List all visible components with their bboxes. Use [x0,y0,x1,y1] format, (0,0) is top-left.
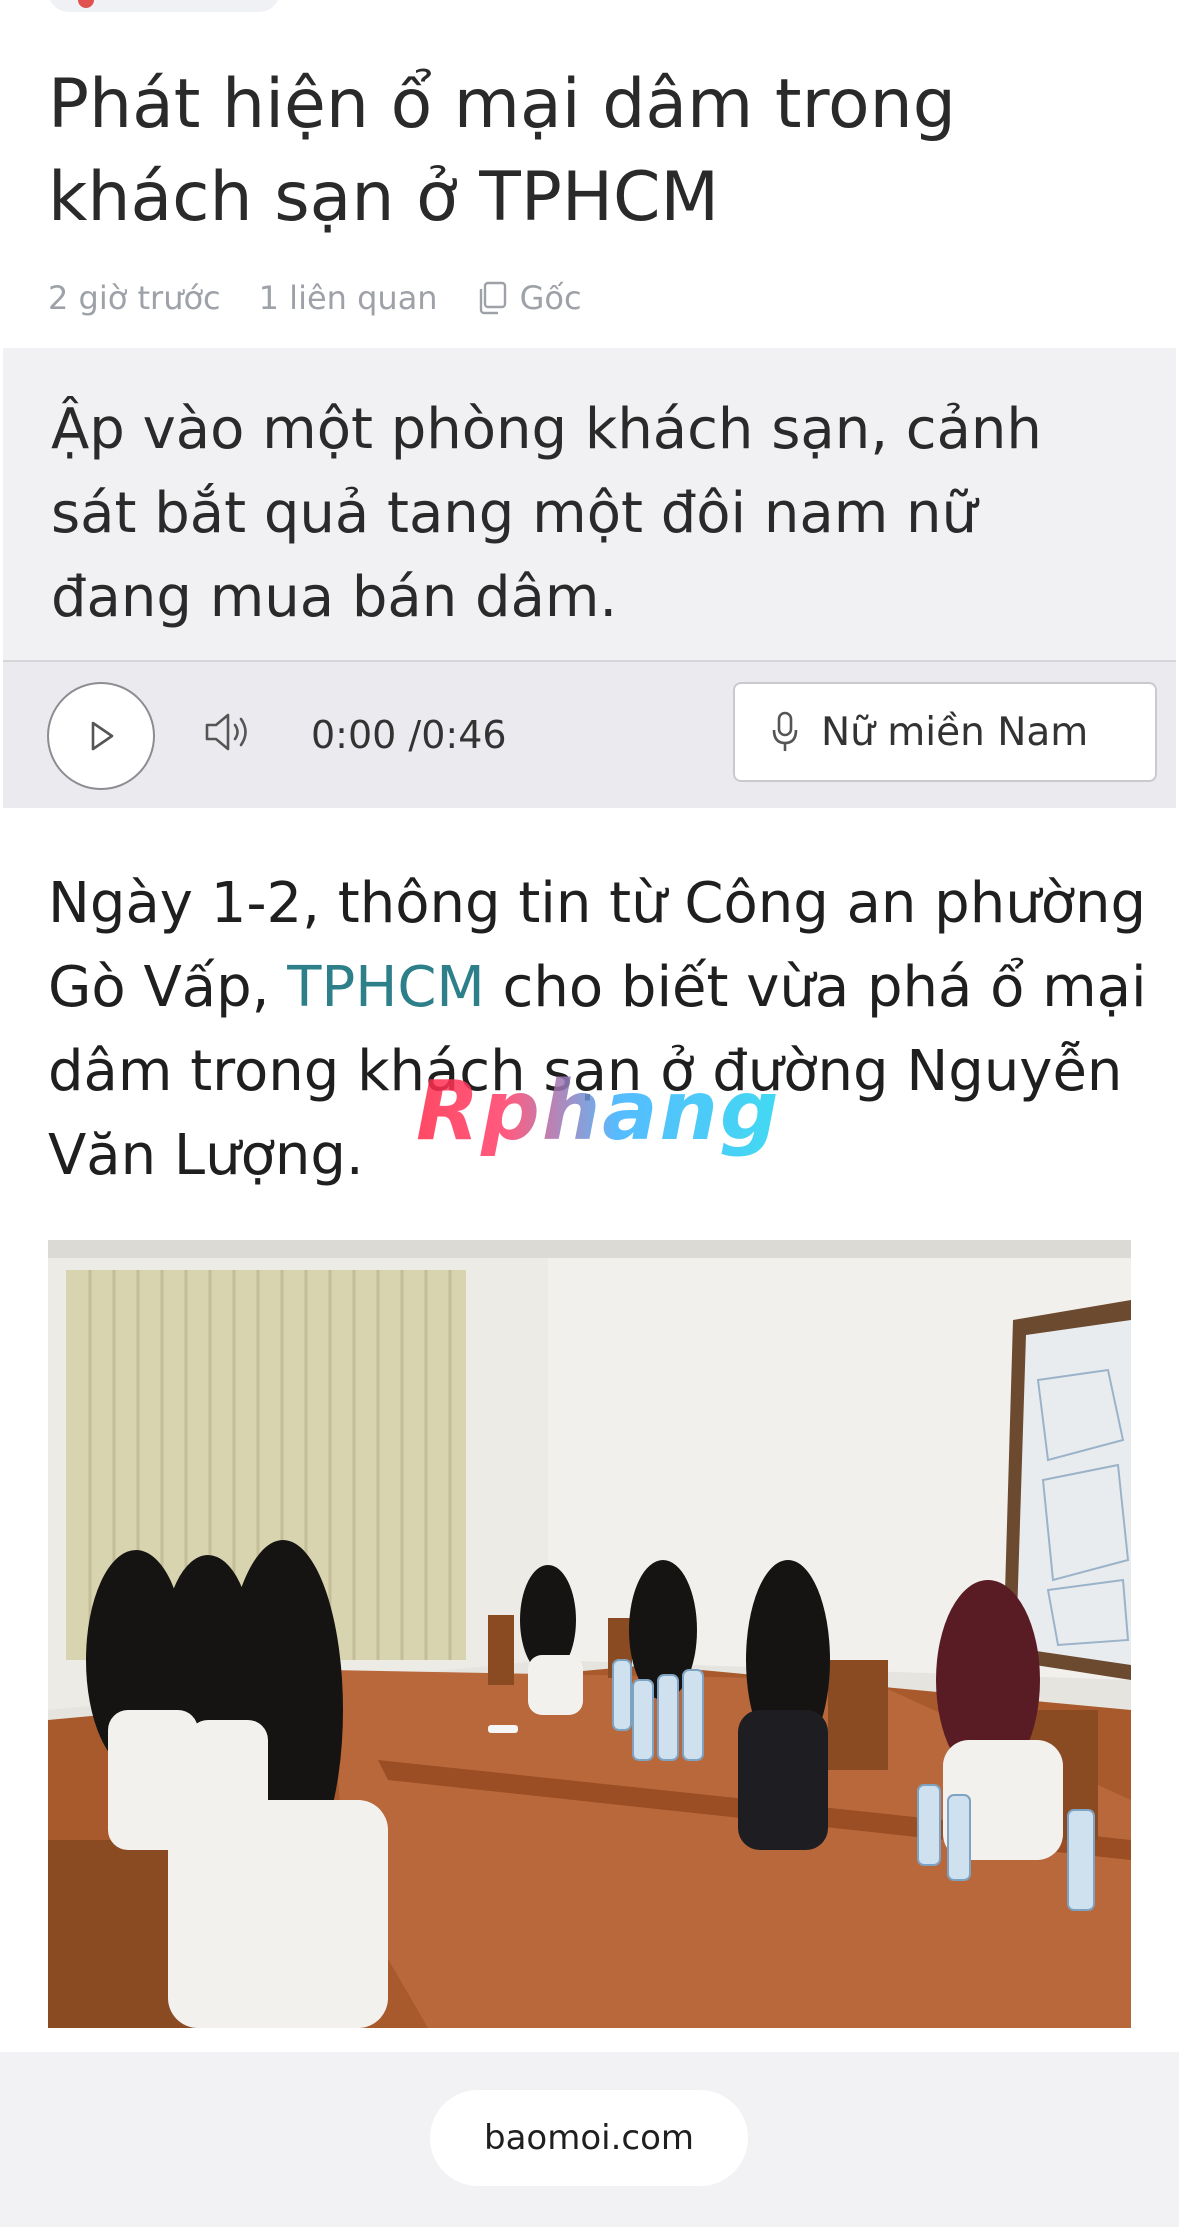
photo-illustration [48,1240,1131,2028]
audio-player: 0:00 /0:46 Nữ miền Nam [3,662,1176,808]
source-domain-button[interactable]: baomoi.com [430,2090,748,2186]
microphone-icon [772,711,798,751]
publish-time: 2 giờ trước [48,279,221,317]
playback-time: 0:00 /0:46 [311,713,507,757]
voice-select-button[interactable]: Nữ miền Nam [733,682,1157,782]
voice-label: Nữ miền Nam [821,709,1089,755]
summary-box: Ập vào một phòng khách sạn, cảnh sát bắt… [3,348,1176,808]
source-link[interactable]: Gốc [476,279,620,317]
volume-icon[interactable] [203,710,253,754]
play-icon [91,721,114,751]
footer: baomoi.com [0,2052,1179,2227]
article-title: Phát hiện ổ mại dâm trong khách sạn ở TP… [48,65,956,237]
category-chip[interactable] [48,0,280,12]
article-summary: Ập vào một phòng khách sạn, cảnh sát bắt… [51,397,1042,630]
category-dot-icon [78,0,94,8]
related-count[interactable]: 1 liên quan [259,279,438,317]
copy-icon [479,281,506,315]
article-page: Phát hiện ổ mại dâm trong khách sạn ở TP… [0,0,1179,2227]
article-meta: 2 giờ trước 1 liên quan Gốc [48,278,658,318]
tphcm-link[interactable]: TPHCM [287,955,485,1020]
watermark-logo: Rphang [416,1064,781,1164]
source-label: Gốc [519,279,582,317]
play-button[interactable] [47,682,155,790]
article-photo[interactable] [48,1240,1131,2028]
